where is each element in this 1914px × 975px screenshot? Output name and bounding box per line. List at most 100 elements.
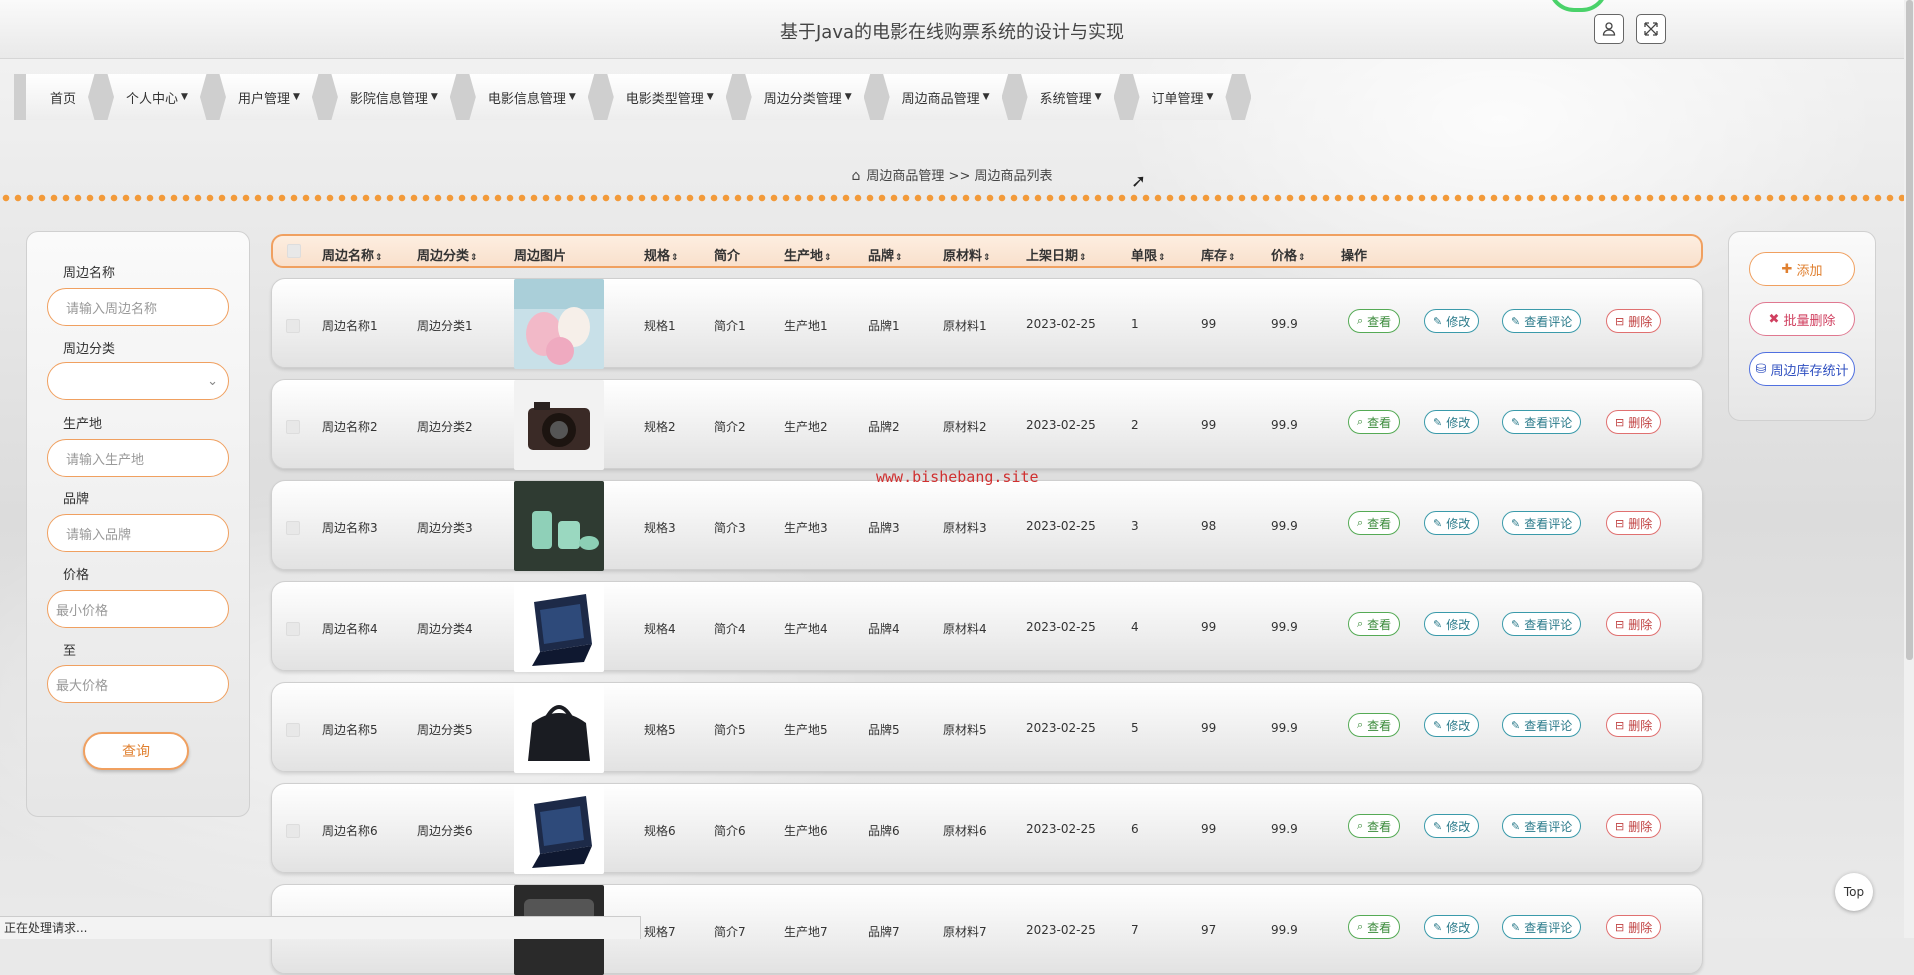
cell-name: 周边名称2: [322, 420, 378, 434]
cell-price: 99.9: [1271, 317, 1298, 331]
nav-item-8[interactable]: 系统管理 ▼: [1015, 74, 1126, 120]
edit-icon: ✎: [1433, 516, 1443, 530]
cell-brand: 品牌1: [868, 319, 900, 333]
user-icon: [1602, 22, 1616, 36]
column-header-10[interactable]: 库存⇕: [1201, 245, 1236, 264]
column-header-9[interactable]: 单限⇕: [1131, 245, 1166, 264]
column-header-1[interactable]: 周边分类⇕: [417, 245, 478, 264]
edit-button[interactable]: ✎ 修改: [1424, 309, 1480, 333]
view-icon: ⌕: [1357, 617, 1364, 630]
nav-item-6[interactable]: 周边分类管理 ▼: [739, 74, 876, 120]
row-checkbox[interactable]: [286, 521, 300, 535]
edit-button[interactable]: ✎ 修改: [1424, 713, 1480, 737]
nav-item-9[interactable]: 订单管理 ▼: [1127, 74, 1238, 120]
origin-input[interactable]: 请输入生产地: [47, 439, 229, 477]
column-header-8[interactable]: 上架日期⇕: [1026, 245, 1087, 264]
cell-date: 2023-02-25: [1026, 418, 1096, 432]
delete-button[interactable]: ⊟ 删除: [1606, 814, 1662, 838]
nav-item-2[interactable]: 用户管理 ▼: [213, 74, 324, 120]
row-checkbox[interactable]: [286, 319, 300, 333]
scrollbar-thumb[interactable]: [1906, 0, 1913, 660]
comment-button[interactable]: ✎ 查看评论: [1502, 814, 1582, 838]
column-header-6[interactable]: 品牌⇕: [868, 245, 903, 264]
batch-delete-button[interactable]: ✖ 批量删除: [1749, 302, 1855, 336]
view-button[interactable]: ⌕ 查看: [1348, 410, 1401, 434]
comment-icon: ✎: [1511, 718, 1521, 732]
cell-spec: 规格7: [644, 925, 676, 939]
comment-label: 查看评论: [1524, 718, 1573, 733]
brand-input[interactable]: 请输入品牌: [47, 514, 229, 552]
column-header-7[interactable]: 原材料⇕: [943, 245, 991, 264]
cell-date: 2023-02-25: [1026, 317, 1096, 331]
delete-button[interactable]: ⊟ 删除: [1606, 915, 1662, 939]
column-header-label: 价格: [1271, 249, 1298, 264]
table-header: 周边名称⇕ 周边分类⇕ 周边图片 规格⇕ 简介 生产地⇕ 品牌⇕ 原材料⇕ 上架日期⇕ 单限⇕ 库存…: [271, 234, 1703, 268]
comment-button[interactable]: ✎ 查看评论: [1502, 410, 1582, 434]
cell-name: 周边名称5: [322, 723, 378, 737]
column-header-label: 单限: [1131, 249, 1158, 264]
edit-button[interactable]: ✎ 修改: [1424, 410, 1480, 434]
cell-intro: 简介1: [714, 319, 746, 333]
column-header-0[interactable]: 周边名称⇕: [322, 245, 383, 264]
cell-intro: 简介3: [714, 521, 746, 535]
row-checkbox[interactable]: [286, 420, 300, 434]
back-to-top-button[interactable]: Top: [1835, 873, 1873, 911]
nav-item-7[interactable]: 周边商品管理 ▼: [877, 74, 1014, 120]
cell-stock: 99: [1201, 620, 1217, 634]
stock-stats-button[interactable]: ⛁ 周边库存统计: [1749, 352, 1855, 386]
column-header-label: 周边图片: [514, 249, 567, 264]
view-icon: ⌕: [1357, 516, 1364, 529]
delete-button[interactable]: ⊟ 删除: [1606, 612, 1662, 636]
view-button[interactable]: ⌕ 查看: [1348, 814, 1401, 838]
table-row: 周边名称5 周边分类5 规格5 简介5 生产地5 品牌5 原材料5 2023-02-25 5 99…: [271, 682, 1703, 773]
comment-button[interactable]: ✎ 查看评论: [1502, 612, 1582, 636]
comment-button[interactable]: ✎ 查看评论: [1502, 309, 1582, 333]
chevron-down-icon: ⌄: [207, 373, 218, 389]
edit-button[interactable]: ✎ 修改: [1424, 915, 1480, 939]
max-price-input[interactable]: 最大价格: [47, 665, 229, 703]
column-header-11[interactable]: 价格⇕: [1271, 245, 1306, 264]
delete-button[interactable]: ⊟ 删除: [1606, 410, 1662, 434]
comment-icon: ✎: [1511, 617, 1521, 631]
caret-down-icon: ▼: [181, 92, 188, 102]
view-button[interactable]: ⌕ 查看: [1348, 915, 1401, 939]
nav-item-5[interactable]: 电影类型管理 ▼: [601, 74, 738, 120]
delete-label: 删除: [1628, 415, 1653, 430]
nav-item-3[interactable]: 影院信息管理 ▼: [325, 74, 462, 120]
fullscreen-button[interactable]: [1636, 14, 1666, 44]
column-header-3[interactable]: 规格⇕: [644, 245, 679, 264]
delete-button[interactable]: ⊟ 删除: [1606, 511, 1662, 535]
select-all-checkbox[interactable]: [287, 244, 301, 258]
view-button[interactable]: ⌕ 查看: [1348, 309, 1401, 333]
view-button[interactable]: ⌕ 查看: [1348, 713, 1401, 737]
row-checkbox[interactable]: [286, 723, 300, 737]
edit-button[interactable]: ✎ 修改: [1424, 612, 1480, 636]
row-checkbox[interactable]: [286, 824, 300, 838]
min-price-input[interactable]: 最小价格: [47, 590, 229, 628]
nav-item-1[interactable]: 个人中心 ▼: [102, 74, 212, 120]
comment-button[interactable]: ✎ 查看评论: [1502, 713, 1582, 737]
cell-brand: 品牌3: [868, 521, 900, 535]
name-input[interactable]: 请输入周边名称: [47, 288, 229, 326]
view-button[interactable]: ⌕ 查看: [1348, 511, 1401, 535]
edit-button[interactable]: ✎ 修改: [1424, 814, 1480, 838]
add-button[interactable]: ✚ 添加: [1749, 252, 1855, 286]
column-header-5[interactable]: 生产地⇕: [784, 245, 832, 264]
delete-button[interactable]: ⊟ 删除: [1606, 309, 1662, 333]
view-button[interactable]: ⌕ 查看: [1348, 612, 1401, 636]
cell-intro: 简介6: [714, 824, 746, 838]
comment-button[interactable]: ✎ 查看评论: [1502, 511, 1582, 535]
comment-button[interactable]: ✎ 查看评论: [1502, 915, 1582, 939]
delete-icon: ⊟: [1615, 516, 1625, 530]
edit-button[interactable]: ✎ 修改: [1424, 511, 1480, 535]
category-select[interactable]: ⌄: [47, 362, 229, 400]
search-button[interactable]: 查询: [83, 732, 189, 770]
cell-spec: 规格6: [644, 824, 676, 838]
breadcrumb-parent[interactable]: 周边商品管理: [866, 169, 944, 184]
edit-icon: ✎: [1433, 617, 1443, 631]
delete-button[interactable]: ⊟ 删除: [1606, 713, 1662, 737]
user-profile-button[interactable]: [1594, 14, 1624, 44]
nav-item-4[interactable]: 电影信息管理 ▼: [463, 74, 600, 120]
cell-intro: 简介2: [714, 420, 746, 434]
row-checkbox[interactable]: [286, 622, 300, 636]
